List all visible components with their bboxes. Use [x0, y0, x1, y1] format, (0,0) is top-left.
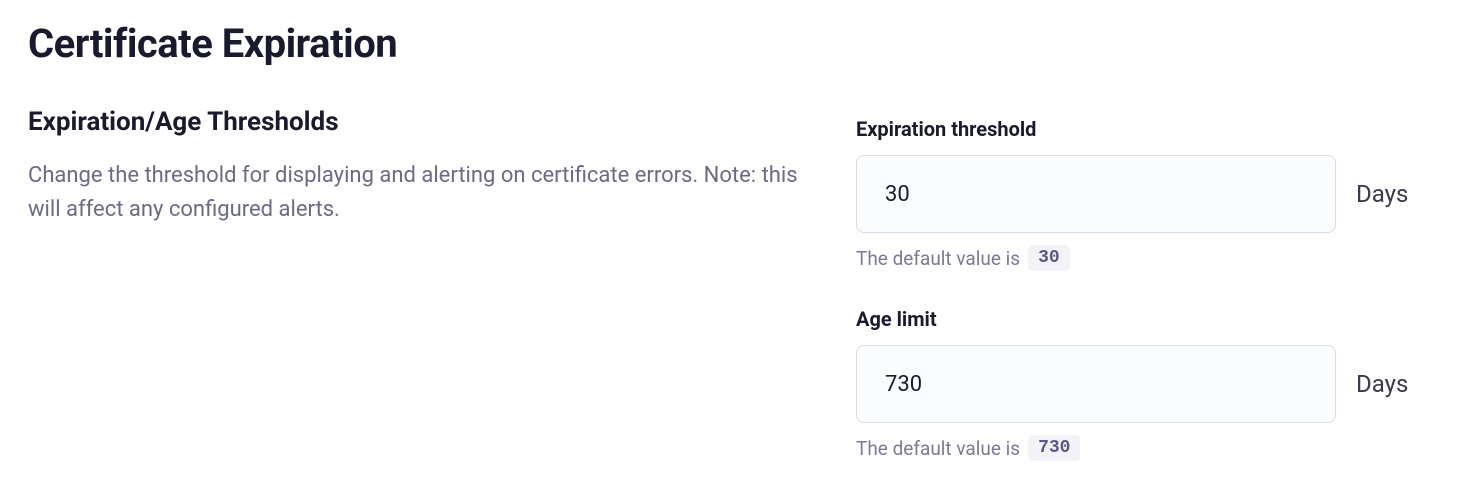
section-description: Change the threshold for displaying and …: [28, 159, 808, 227]
expiration-help-text: The default value is 30: [856, 245, 1456, 271]
age-unit-label: Days: [1356, 370, 1408, 398]
content-row: Expiration/Age Thresholds Change the thr…: [28, 107, 1456, 461]
expiration-default-badge: 30: [1028, 245, 1070, 271]
page-title: Certificate Expiration: [28, 20, 1456, 67]
expiration-threshold-input[interactable]: [856, 155, 1336, 233]
section-title: Expiration/Age Thresholds: [28, 107, 808, 137]
age-default-badge: 730: [1028, 435, 1080, 461]
fields-column: Expiration threshold Days The default va…: [856, 107, 1456, 461]
age-help-text: The default value is 730: [856, 435, 1456, 461]
expiration-threshold-label: Expiration threshold: [856, 117, 1456, 141]
age-help-prefix: The default value is: [856, 437, 1020, 460]
expiration-threshold-field: Expiration threshold Days The default va…: [856, 117, 1456, 271]
expiration-help-prefix: The default value is: [856, 247, 1020, 270]
section-info: Expiration/Age Thresholds Change the thr…: [28, 107, 808, 461]
age-input-row: Days: [856, 345, 1456, 423]
expiration-unit-label: Days: [1356, 180, 1408, 208]
expiration-input-row: Days: [856, 155, 1456, 233]
age-limit-label: Age limit: [856, 307, 1456, 331]
age-limit-input[interactable]: [856, 345, 1336, 423]
age-limit-field: Age limit Days The default value is 730: [856, 307, 1456, 461]
